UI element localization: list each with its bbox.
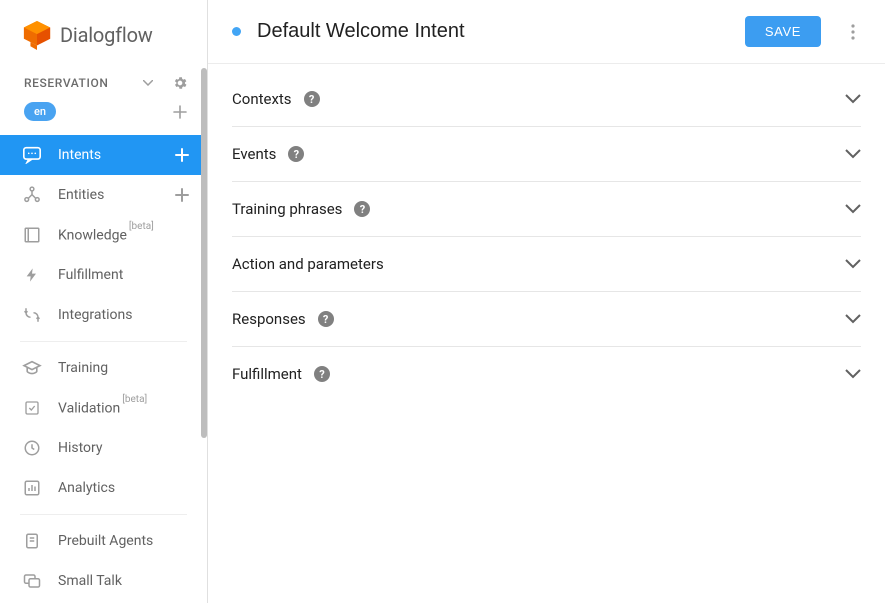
sidebar-item-label: Training (58, 360, 189, 376)
add-intent-icon[interactable] (175, 148, 189, 162)
prebuilt-agents-icon (22, 531, 42, 551)
agent-header: RESERVATION (0, 68, 207, 102)
chevron-down-icon (845, 314, 861, 324)
sidebar-item-fulfillment[interactable]: Fulfillment (0, 255, 207, 295)
caret-down-icon[interactable] (139, 74, 157, 92)
language-pill[interactable]: en (24, 102, 56, 121)
training-icon (22, 358, 42, 378)
section-title: Responses (232, 310, 306, 328)
knowledge-icon (22, 225, 42, 245)
section-title: Events (232, 145, 276, 163)
validation-icon (22, 398, 42, 418)
scrollbar-thumb[interactable] (201, 68, 207, 438)
chevron-down-icon (845, 149, 861, 159)
section-title: Contexts (232, 90, 292, 108)
logo-text: Dialogflow (60, 23, 153, 47)
section-training-phrases[interactable]: Training phrases ? (232, 182, 861, 237)
sidebar-item-label: Prebuilt Agents (58, 533, 189, 549)
divider (20, 341, 187, 342)
sidebar-item-entities[interactable]: Entities (0, 175, 207, 215)
sidebar-item-training[interactable]: Training (0, 348, 207, 388)
help-icon[interactable]: ? (318, 311, 334, 327)
section-title: Training phrases (232, 200, 342, 218)
section-action-parameters[interactable]: Action and parameters (232, 237, 861, 292)
section-events[interactable]: Events ? (232, 127, 861, 182)
help-icon[interactable]: ? (304, 91, 320, 107)
section-responses[interactable]: Responses ? (232, 292, 861, 347)
status-dot (232, 27, 241, 36)
agent-lang-row: en (0, 102, 207, 135)
save-button[interactable]: SAVE (745, 16, 821, 47)
sidebar-item-validation[interactable]: Validation[beta] (0, 388, 207, 428)
chevron-down-icon (845, 94, 861, 104)
chevron-down-icon (845, 369, 861, 379)
fulfillment-icon (22, 265, 42, 285)
topbar: SAVE (208, 0, 885, 64)
sidebar-item-label: Validation[beta] (58, 399, 189, 417)
help-icon[interactable]: ? (288, 146, 304, 162)
sidebar: Dialogflow RESERVATION en Intents (0, 0, 208, 603)
small-talk-icon (22, 571, 42, 591)
sidebar-item-label: Analytics (58, 480, 189, 496)
section-title: Fulfillment (232, 365, 302, 383)
sidebar-item-integrations[interactable]: Integrations (0, 295, 207, 335)
history-icon (22, 438, 42, 458)
section-title: Action and parameters (232, 255, 384, 273)
sidebar-item-prebuilt-agents[interactable]: Prebuilt Agents (0, 521, 207, 561)
sidebar-item-label: Knowledge[beta] (58, 226, 189, 244)
entities-icon (22, 185, 42, 205)
agent-name[interactable]: RESERVATION (24, 76, 108, 90)
sidebar-item-analytics[interactable]: Analytics (0, 468, 207, 508)
add-entity-icon[interactable] (175, 188, 189, 202)
analytics-icon (22, 478, 42, 498)
sidebar-item-knowledge[interactable]: Knowledge[beta] (0, 215, 207, 255)
sidebar-item-label: Entities (58, 187, 159, 203)
help-icon[interactable]: ? (354, 201, 370, 217)
section-contexts[interactable]: Contexts ? (232, 72, 861, 127)
divider (20, 514, 187, 515)
integrations-icon (22, 305, 42, 325)
logo[interactable]: Dialogflow (0, 0, 207, 68)
dialogflow-logo-icon (22, 20, 52, 50)
intents-icon (22, 145, 42, 165)
chevron-down-icon (845, 204, 861, 214)
scrollbar-track (201, 0, 207, 603)
sidebar-item-label: History (58, 440, 189, 456)
sidebar-item-label: Fulfillment (58, 267, 189, 283)
sidebar-item-label: Integrations (58, 307, 189, 323)
chevron-down-icon (845, 259, 861, 269)
sidebar-item-label: Intents (58, 147, 159, 163)
intent-title-input[interactable] (257, 20, 729, 43)
sidebar-item-label: Small Talk (58, 573, 189, 589)
gear-icon[interactable] (171, 74, 189, 92)
main: SAVE Contexts ? Events ? Tra (208, 0, 885, 603)
sidebar-item-small-talk[interactable]: Small Talk (0, 561, 207, 601)
help-icon[interactable]: ? (314, 366, 330, 382)
sections-list: Contexts ? Events ? Training phrases ? (208, 64, 885, 409)
sidebar-item-intents[interactable]: Intents (0, 135, 207, 175)
section-fulfillment[interactable]: Fulfillment ? (232, 347, 861, 401)
add-language-icon[interactable] (171, 103, 189, 121)
sidebar-item-history[interactable]: History (0, 428, 207, 468)
more-menu-icon[interactable] (837, 16, 869, 48)
